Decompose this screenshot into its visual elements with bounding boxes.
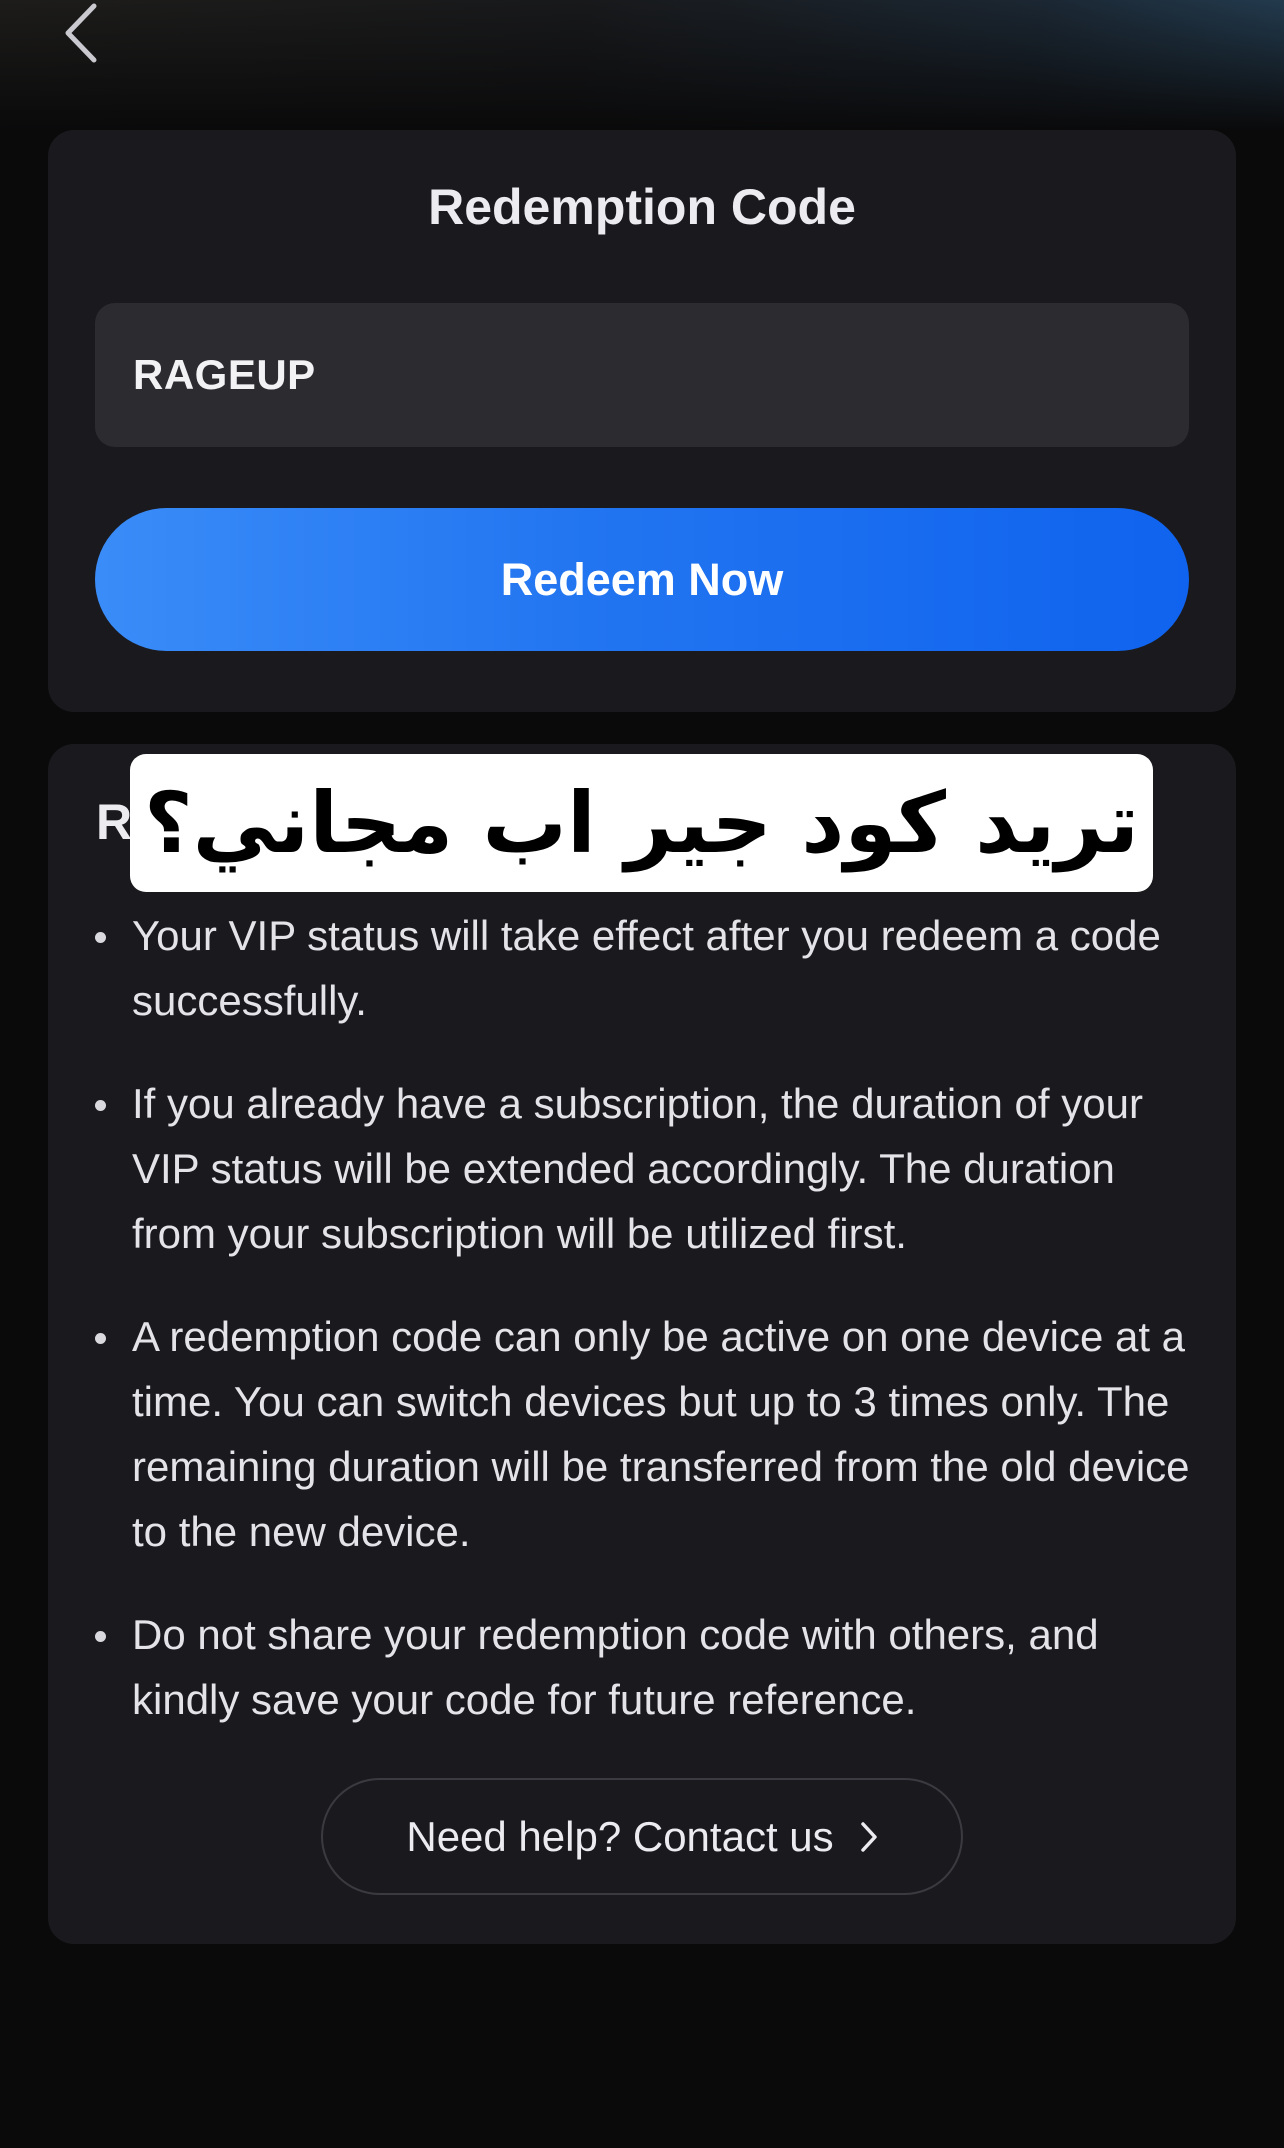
chevron-left-icon	[62, 2, 98, 69]
page-title: Redemption Code	[428, 179, 856, 235]
contact-us-button[interactable]: Need help? Contact us	[321, 1778, 963, 1895]
redemption-code-input[interactable]	[95, 303, 1189, 447]
rule-item: If you already have a subscription, the …	[92, 1071, 1202, 1266]
chevron-right-icon	[860, 1821, 878, 1853]
back-button[interactable]	[50, 0, 110, 70]
overlay-banner: تريد كود جير اب مجاني؟	[130, 754, 1153, 892]
rule-item: Do not share your redemption code with o…	[92, 1602, 1202, 1732]
contact-us-label: Need help? Contact us	[406, 1812, 834, 1860]
top-bar	[0, 0, 1284, 130]
rules-list: Your VIP status will take effect after y…	[92, 903, 1202, 1770]
redeem-now-button[interactable]: Redeem Now	[95, 508, 1189, 651]
rule-item: Your VIP status will take effect after y…	[92, 903, 1202, 1033]
overlay-text: تريد كود جير اب مجاني؟	[143, 774, 1140, 872]
rule-item: A redemption code can only be active on …	[92, 1304, 1202, 1564]
rules-title: R	[96, 794, 133, 850]
